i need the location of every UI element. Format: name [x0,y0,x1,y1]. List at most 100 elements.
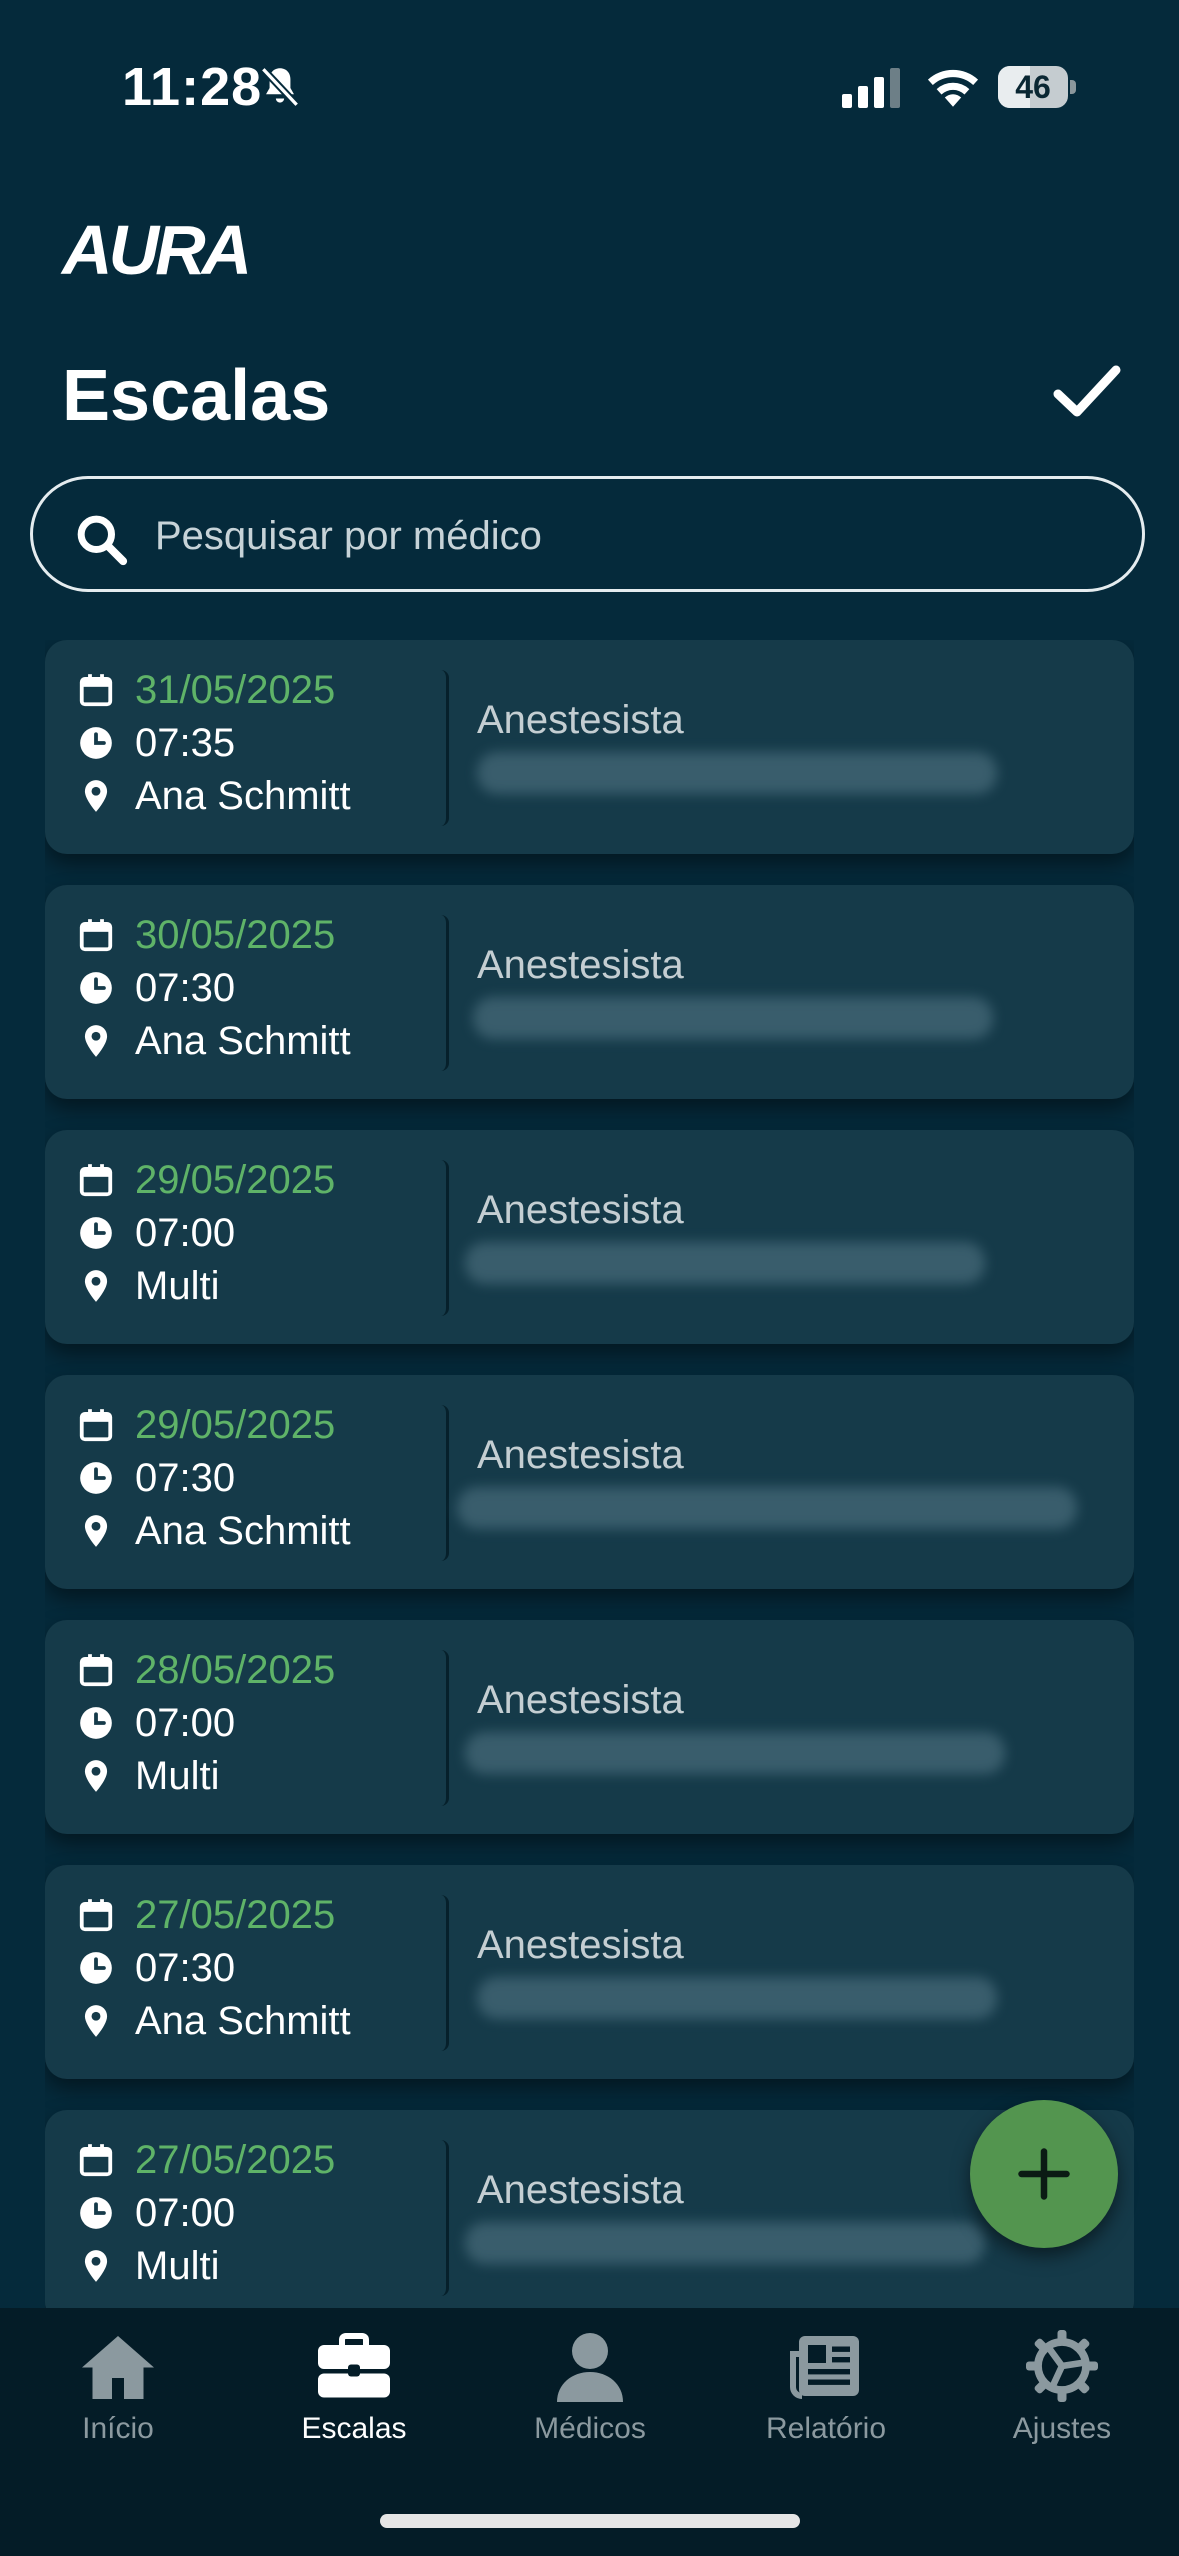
schedule-card[interactable]: 27/05/2025 07:00 Multi Anestesista [45,2110,1134,2308]
schedule-date: 27/05/2025 [135,1892,336,1937]
tab-ajustes[interactable]: Ajustes [944,2308,1179,2468]
tab-escalas[interactable]: Escalas [236,2308,472,2468]
clock-icon [80,1462,112,1494]
date-row: 27/05/2025 [77,1889,335,1941]
schedule-date: 29/05/2025 [135,1157,336,1202]
schedule-card[interactable]: 29/05/2025 07:30 Ana Schmitt Anestesista [45,1375,1134,1589]
schedule-location: Multi [135,1753,220,1798]
time-row: 07:00 [77,2187,235,2239]
app-logo: AURA [62,211,252,289]
time-row: 07:30 [77,1452,235,1504]
time-row: 07:30 [77,1942,235,1994]
calendar-icon [79,674,113,707]
schedule-date: 29/05/2025 [135,1402,336,1447]
gear-icon [1026,2330,1098,2402]
search-input[interactable] [153,499,1057,573]
card-divider [438,670,449,826]
person-icon [557,2333,623,2402]
clock-icon [80,1217,112,1249]
schedule-location: Multi [135,1263,220,1308]
newspaper-icon [790,2336,859,2399]
schedule-card[interactable]: 27/05/2025 07:30 Ana Schmitt Anestesista [45,1865,1134,2079]
card-divider [438,1160,449,1316]
plus-icon [1018,2148,1070,2200]
location-row: Multi [77,1260,219,1312]
schedule-role: Anestesista [477,1433,684,1477]
schedule-role: Anestesista [477,943,684,987]
tab-label: Ajustes [1012,2412,1112,2445]
calendar-icon [79,2144,113,2177]
doctor-name-redacted [457,1487,1077,1529]
schedule-card[interactable]: 30/05/2025 07:30 Ana Schmitt Anestesista [45,885,1134,1099]
home-icon [82,2336,154,2399]
doctor-name-redacted [473,997,993,1039]
time-row: 07:00 [77,1207,235,1259]
schedule-location: Multi [135,2243,220,2288]
check-icon[interactable] [1052,362,1122,422]
card-divider [438,1895,449,2051]
schedule-location: Ana Schmitt [135,1508,351,1553]
location-row: Ana Schmitt [77,1995,351,2047]
schedule-location: Ana Schmitt [135,773,351,818]
tab-medicos[interactable]: Médicos [472,2308,708,2468]
calendar-icon [79,919,113,952]
date-row: 30/05/2025 [77,909,335,961]
schedule-card[interactable]: 29/05/2025 07:00 Multi Anestesista [45,1130,1134,1344]
doctor-name-redacted [477,752,997,794]
doctor-name-redacted [465,2222,985,2264]
schedule-list[interactable]: 31/05/2025 07:35 Ana Schmitt Anestesista… [45,640,1134,2308]
calendar-icon [79,1164,113,1197]
location-pin-icon [84,1760,108,1792]
tab-label: Relatório [765,2412,887,2445]
schedule-date: 27/05/2025 [135,2137,336,2182]
schedule-role: Anestesista [477,1678,684,1722]
status-bar: 11:28 46 [0,0,1179,130]
doctor-name-redacted [465,1732,1005,1774]
location-row: Ana Schmitt [77,770,351,822]
schedule-location: Ana Schmitt [135,1018,351,1063]
time-row: 07:35 [77,717,235,769]
schedule-role: Anestesista [477,1188,684,1232]
schedule-card[interactable]: 28/05/2025 07:00 Multi Anestesista [45,1620,1134,1834]
status-time: 11:28 [122,57,263,117]
tab-relatorio[interactable]: Relatório [708,2308,944,2468]
card-divider [438,1650,449,1806]
add-schedule-button[interactable] [970,2100,1118,2248]
signal-icon [842,68,900,108]
search-bar[interactable] [30,476,1145,592]
battery-percent: 46 [1015,69,1051,105]
calendar-icon [79,1409,113,1442]
location-pin-icon [84,2250,108,2282]
schedule-time: 07:00 [135,1700,236,1745]
battery-indicator: 46 [998,66,1076,108]
schedule-date: 28/05/2025 [135,1647,336,1692]
clock-icon [80,972,112,1004]
clock-icon [80,1707,112,1739]
tab-inicio[interactable]: Início [0,2308,236,2468]
schedule-card[interactable]: 31/05/2025 07:35 Ana Schmitt Anestesista [45,640,1134,854]
tab-label: Escalas [301,2412,407,2445]
schedule-time: 07:30 [135,965,236,1010]
schedule-date: 30/05/2025 [135,912,336,957]
schedule-time: 07:30 [135,1455,236,1500]
schedule-role: Anestesista [477,2168,684,2212]
location-row: Multi [77,1750,219,1802]
wifi-icon [927,69,979,107]
card-divider [438,2140,449,2296]
bell-off-icon [260,66,300,108]
location-row: Ana Schmitt [77,1015,351,1067]
time-row: 07:00 [77,1697,235,1749]
schedule-date: 31/05/2025 [135,667,336,712]
location-pin-icon [84,1270,108,1302]
location-row: Ana Schmitt [77,1505,351,1557]
location-pin-icon [84,1025,108,1057]
location-pin-icon [84,780,108,812]
calendar-icon [79,1654,113,1687]
schedule-time: 07:00 [135,1210,236,1255]
schedule-time: 07:00 [135,2190,236,2235]
doctor-name-redacted [465,1242,985,1284]
search-icon [77,515,128,566]
time-row: 07:30 [77,962,235,1014]
schedule-role: Anestesista [477,1923,684,1967]
page-title: Escalas [62,356,331,436]
